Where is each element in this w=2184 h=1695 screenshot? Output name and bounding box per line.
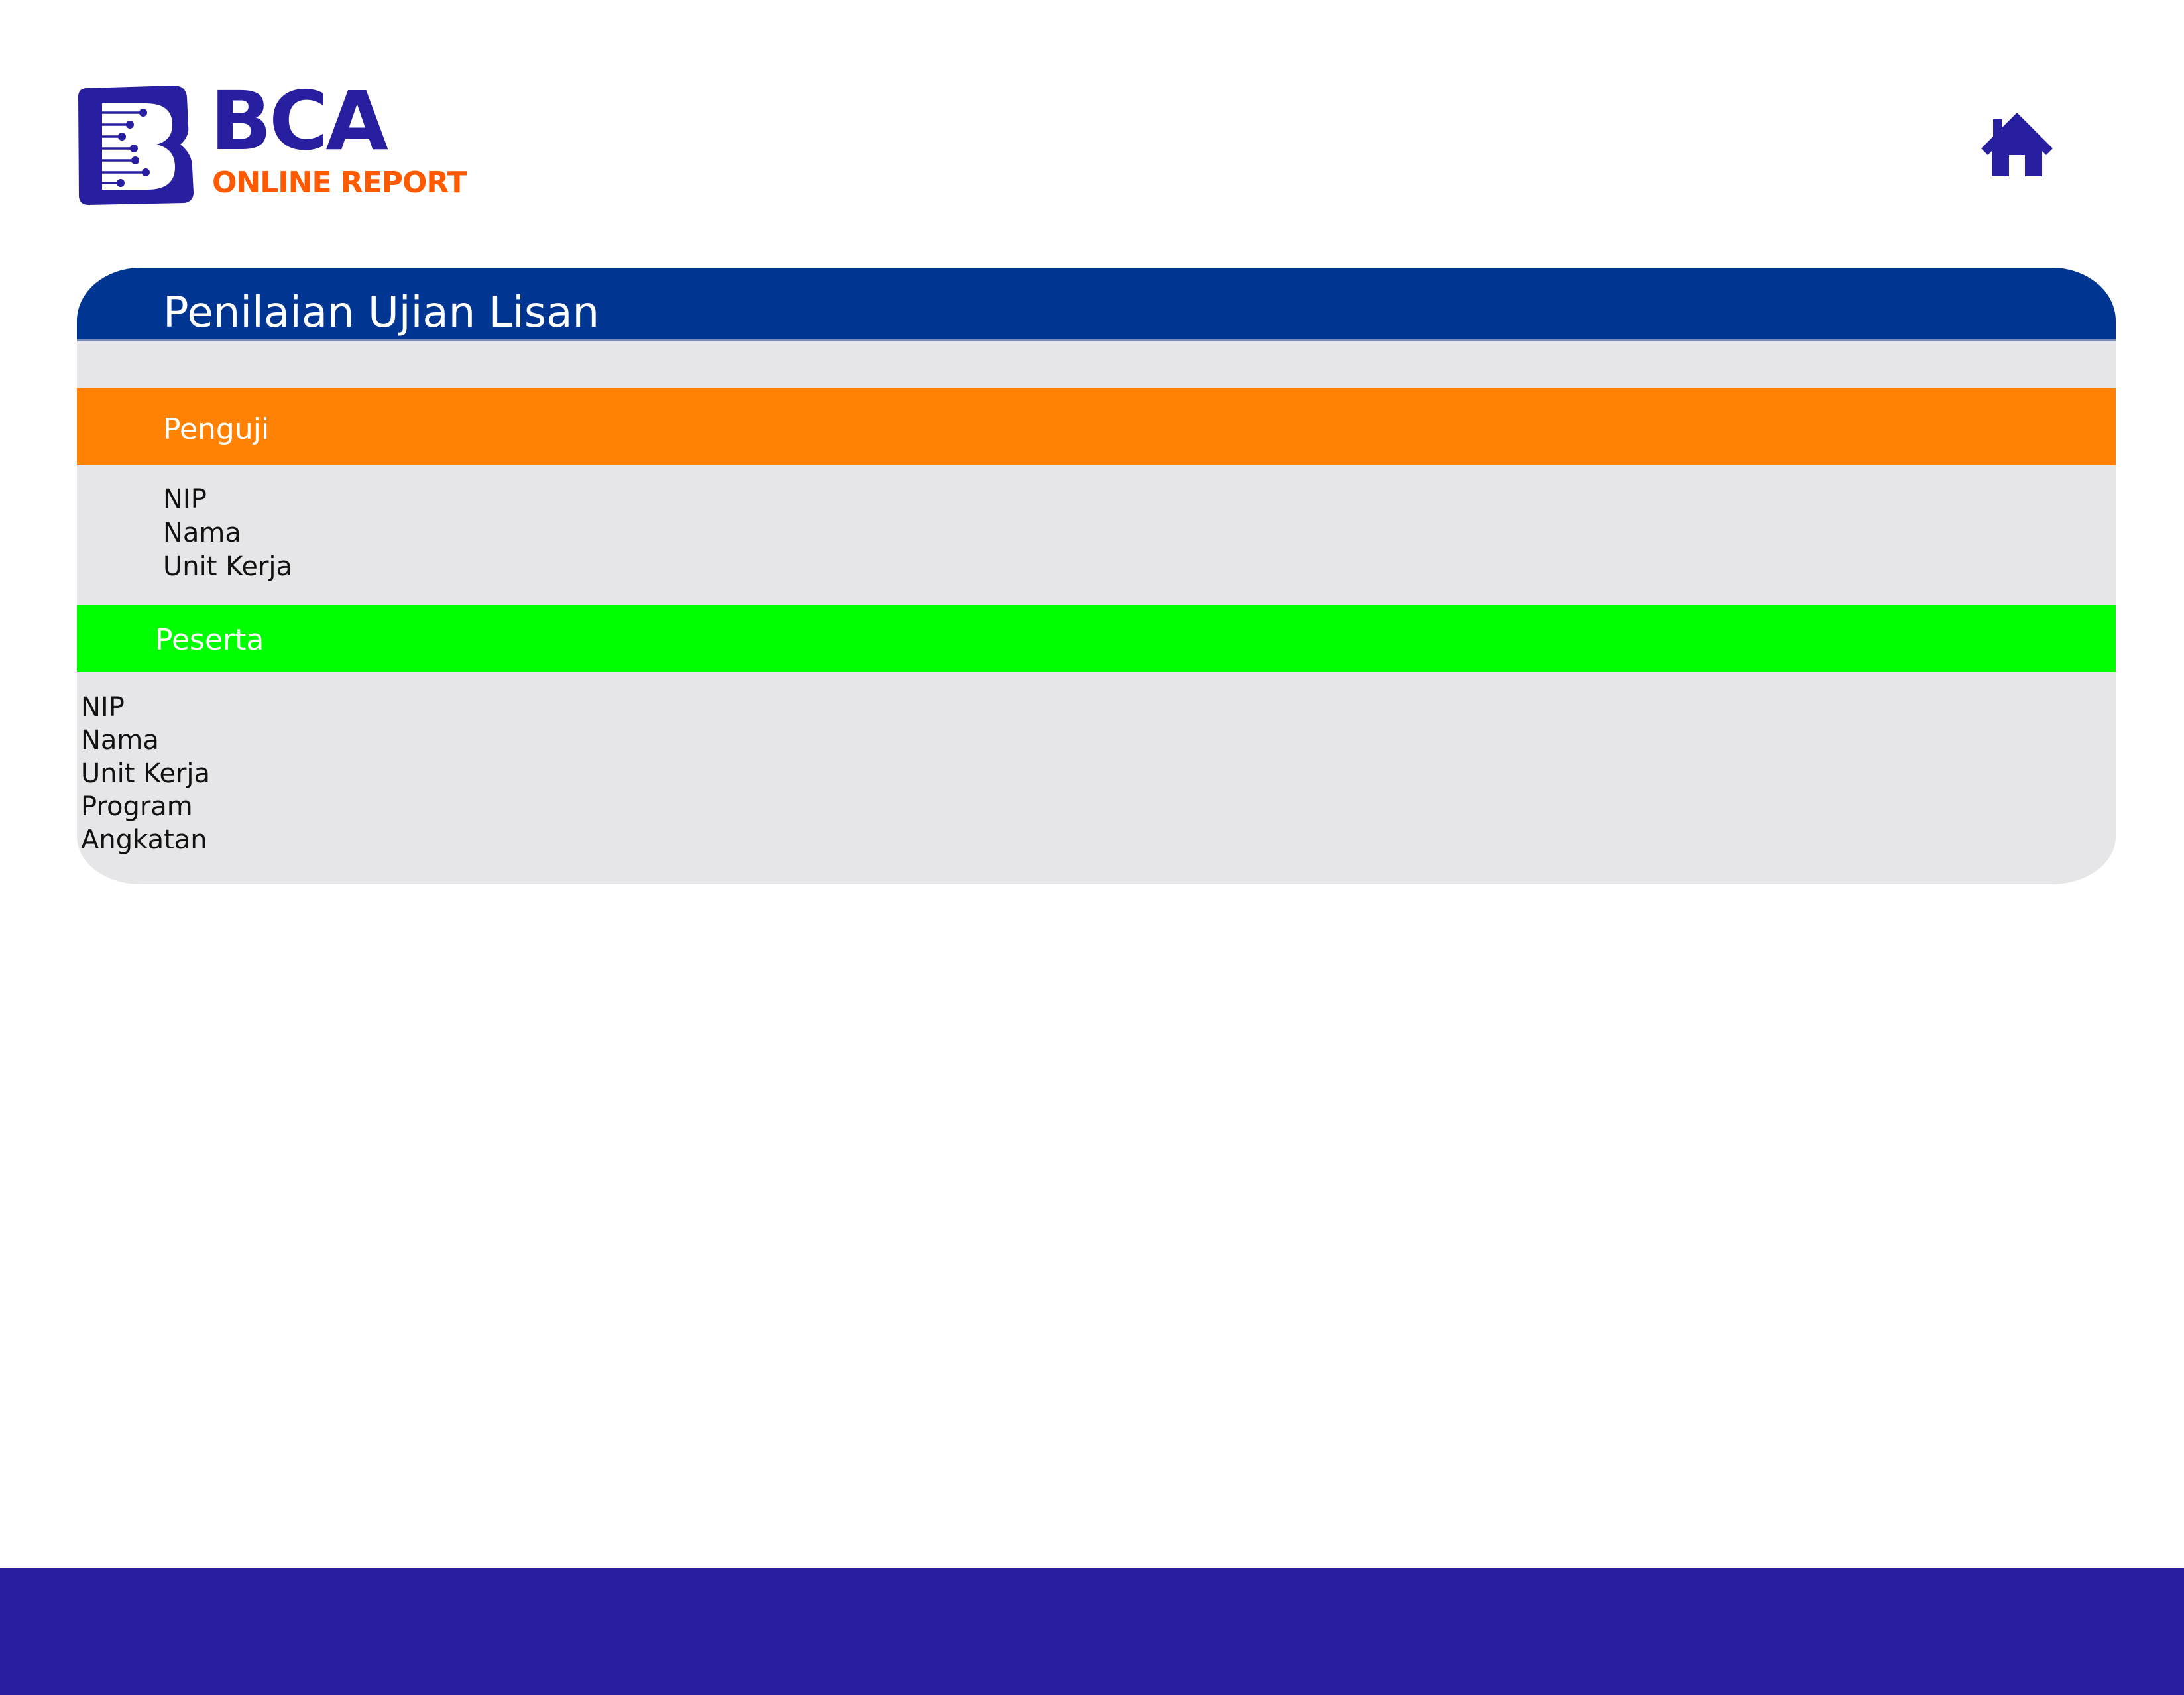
peserta-field-label: Unit Kerja xyxy=(81,758,211,789)
home-button[interactable] xyxy=(1979,107,2055,179)
penguji-field-list: NIP Nama Unit Kerja xyxy=(163,483,292,584)
section-header-peserta: Peserta xyxy=(77,605,2116,672)
footer-bar xyxy=(0,1568,2184,1695)
brand-logo: BCA ONLINE REPORT xyxy=(74,81,485,210)
home-icon xyxy=(1981,113,2053,176)
oral-exam-card: Penilaian Ujian Lisan Penguji NIP Nama U… xyxy=(77,268,2116,884)
penguji-field-label: Nama xyxy=(163,518,241,548)
card-header: Penilaian Ujian Lisan xyxy=(77,268,2116,341)
peserta-field-label: Angkatan xyxy=(81,825,207,855)
peserta-field-label: Program xyxy=(81,791,193,822)
brand-tagline: ONLINE REPORT xyxy=(212,166,467,200)
section-header-penguji: Penguji xyxy=(77,388,2116,465)
peserta-field-list: NIP Nama Unit Kerja Program Angkatan xyxy=(81,691,210,856)
peserta-field-label: Nama xyxy=(81,725,159,756)
home-chimney xyxy=(1993,119,2002,137)
page-title: Penilaian Ujian Lisan xyxy=(163,288,600,337)
peserta-field-label: NIP xyxy=(81,692,125,723)
penguji-field-label: Unit Kerja xyxy=(163,552,293,582)
brand-name: BCA xyxy=(210,74,388,168)
section-title-peserta: Peserta xyxy=(155,623,264,657)
bca-logo-icon xyxy=(78,86,194,205)
penguji-field-label: NIP xyxy=(163,484,207,514)
section-title-penguji: Penguji xyxy=(163,412,270,446)
